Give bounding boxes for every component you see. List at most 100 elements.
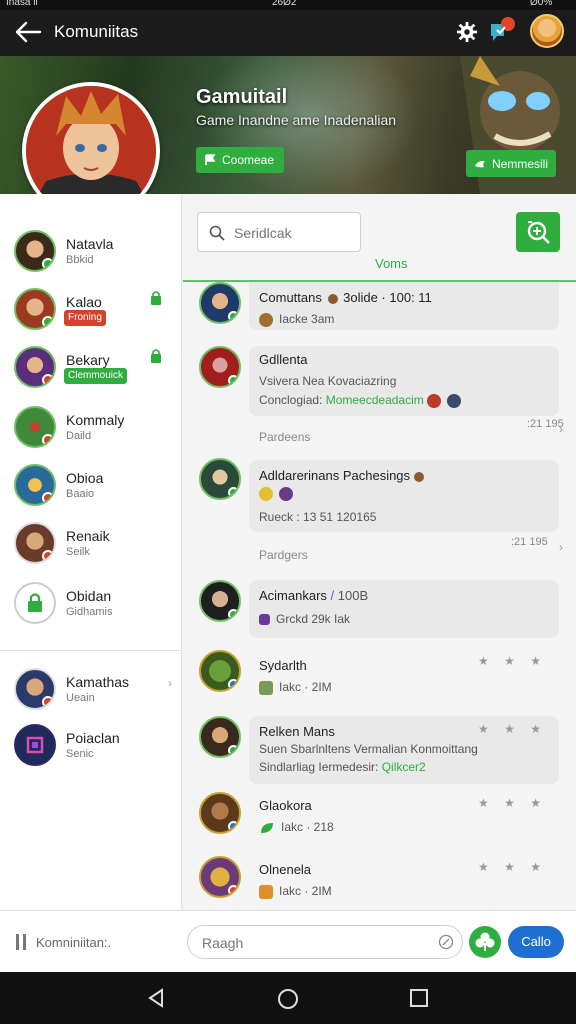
- sidebar-item-obidan[interactable]: Obidan Gidhamis: [0, 576, 182, 632]
- sidebar-item-sub: Daild: [66, 430, 92, 442]
- user-avatar[interactable]: [530, 14, 564, 48]
- avatar: [14, 406, 56, 448]
- sidebar-item-name: Renaik: [66, 528, 110, 544]
- flag-icon: [205, 154, 216, 165]
- message-line: Iakc · 2IM: [259, 884, 332, 899]
- message-bubble: Comuttans 3olide · 100: 11 Iacke 3am: [249, 282, 559, 330]
- sidebar-item-sub: Gidhamis: [66, 606, 113, 618]
- item-icon: [259, 884, 273, 899]
- message-title-suffix: 100B: [337, 588, 369, 603]
- message-row: Olnenela Iakc · 2IM ★ ★ ★: [249, 856, 559, 906]
- sidebar-item-sub: Senic: [66, 748, 94, 760]
- message-line-text: Iakc · 2IM: [279, 884, 332, 898]
- message-title: Olnenela: [259, 862, 312, 877]
- avatar: [199, 650, 241, 692]
- sidebar-item-natavla[interactable]: Natavla Bbkid: [0, 224, 182, 280]
- sidebar-item-kalao[interactable]: Kalao Froning: [0, 282, 182, 338]
- sidebar-item-renaik[interactable]: Renaik Seilk: [0, 516, 182, 572]
- follow-button[interactable]: Nemmesili: [466, 150, 557, 177]
- lock-icon: [151, 349, 161, 363]
- status-dot: [42, 374, 54, 386]
- search-icon: [209, 225, 225, 241]
- message-line: Conclogiad: Momeecdeadacim: [259, 393, 467, 408]
- sidebar-item-sub: Seilk: [66, 546, 90, 558]
- avatar: [199, 716, 241, 758]
- message-line: Iakc · 218: [259, 820, 334, 835]
- community-list: Natavla Bbkid Kalao Froning Bekary Clemm…: [0, 194, 182, 910]
- app-bar: Komuniitas: [0, 10, 576, 56]
- join-button-label: Coomeae: [222, 153, 275, 167]
- rating-stars: ★ ★ ★: [478, 722, 547, 736]
- send-button[interactable]: Callo: [508, 926, 564, 958]
- avatar: [199, 282, 241, 324]
- message-line-prefix: Sindlarliag Iermedesir:: [259, 760, 382, 774]
- message-line: Rueck : 13 51 120165: [259, 510, 377, 524]
- notification-icon[interactable]: [488, 16, 516, 46]
- community-subtitle: Game Inandne ame Inadenalian: [196, 112, 397, 128]
- clover-icon: [475, 932, 495, 951]
- gear-icon[interactable]: [456, 21, 478, 43]
- emoji-icon: [279, 486, 293, 501]
- sidebar-item-name: Poiaclan: [66, 730, 120, 746]
- status-left: Inasa ii: [6, 0, 38, 8]
- message-row: Sydarlth Iakc · 2IM ★ ★ ★: [249, 650, 559, 702]
- message-line: Iacke 3am: [259, 312, 334, 327]
- sidebar-item-name: Obioa: [66, 470, 104, 486]
- message-highlight[interactable]: Momeecdeadacim: [326, 393, 424, 407]
- chat-panel: Voms Comuttans 3olide · 100: 11 Iacke 3a…: [183, 194, 576, 910]
- clear-icon[interactable]: [438, 934, 454, 950]
- nav-back-icon[interactable]: [146, 988, 166, 1008]
- status-dot: [42, 434, 54, 446]
- sidebar-item-kamathas[interactable]: Kamathas Ueain ›: [0, 662, 182, 718]
- pin-icon: /: [330, 588, 335, 603]
- avatar: [199, 856, 241, 898]
- bird-icon: [475, 160, 485, 167]
- composer-label: Komniniitan:.: [36, 935, 112, 950]
- message-title: Glaokora: [259, 798, 312, 813]
- join-button[interactable]: Coomeae: [196, 147, 285, 173]
- nav-recents-icon[interactable]: [409, 988, 429, 1008]
- pause-icon[interactable]: [15, 933, 27, 951]
- item-icon: [327, 293, 338, 304]
- online-dot: [228, 487, 239, 498]
- chevron-right-icon: ›: [559, 422, 563, 436]
- item-icon: [413, 471, 424, 482]
- message-title: Relken Mans: [259, 724, 335, 739]
- emoji-row: [259, 486, 299, 501]
- avatar: [199, 792, 241, 834]
- message-line: Suen Sbarlnltens Vermalian Konmoittang: [259, 742, 478, 756]
- status-time: 26Ø2: [272, 0, 297, 8]
- nav-home-icon[interactable]: [277, 988, 299, 1010]
- message-title-text: Comuttans: [259, 290, 322, 305]
- message-highlight[interactable]: Qilkcer2: [382, 760, 426, 774]
- message-footer: Pardgers: [259, 548, 308, 562]
- sidebar-item-kommaly[interactable]: Kommaly Daild: [0, 400, 182, 456]
- follow-button-label: Nemmesili: [492, 156, 549, 171]
- status-badge: Clemmouick: [64, 368, 128, 384]
- chevron-right-icon: ›: [168, 676, 172, 690]
- cube-icon: [26, 736, 44, 754]
- status-dot: [42, 550, 54, 562]
- tab-voms[interactable]: Voms: [375, 256, 408, 271]
- message-input[interactable]: [202, 933, 422, 953]
- rating-stars: ★ ★ ★: [478, 654, 547, 668]
- message-title: Acimankars / 100B: [259, 588, 368, 603]
- message-line-text: Grckd 29k Iak: [276, 612, 351, 626]
- sidebar-item-poiaclan[interactable]: Poiaclan Senic: [0, 718, 182, 774]
- sticker-button[interactable]: [469, 926, 501, 958]
- add-search-button[interactable]: [516, 212, 560, 252]
- back-arrow-icon[interactable]: [14, 20, 42, 44]
- system-nav-bar: [0, 972, 576, 1024]
- avatar: [199, 458, 241, 500]
- rating-stars: ★ ★ ★: [478, 796, 547, 810]
- sidebar-item-name: Kommaly: [66, 412, 125, 428]
- sidebar-item-name: Obidan: [66, 588, 112, 604]
- message-field: [187, 925, 463, 959]
- online-dot: [42, 316, 54, 328]
- avatar: [14, 668, 56, 710]
- item-icon: [259, 614, 270, 626]
- sidebar-item-obioa[interactable]: Obioa Baaio: [0, 458, 182, 514]
- search-input[interactable]: [234, 223, 354, 243]
- emoji-icon: [447, 393, 462, 408]
- sidebar-item-bekary[interactable]: Bekary Clemmouick: [0, 340, 182, 396]
